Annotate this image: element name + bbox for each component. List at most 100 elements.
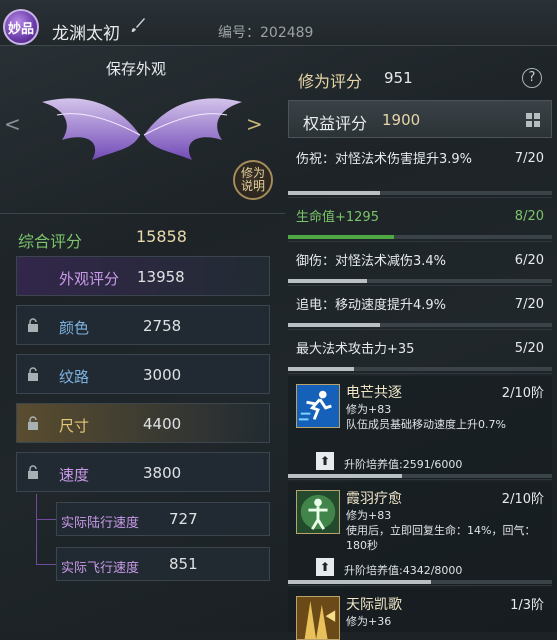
skill-effect: 队伍成员基础移动速度上升0.7% (346, 418, 506, 431)
total-score-label: 综合评分 (18, 232, 83, 251)
save-appearance-button[interactable]: 保存外观 (106, 58, 166, 79)
rights-score-label: 权益评分 (303, 114, 368, 133)
appearance-score-label: 外观评分 (59, 270, 120, 288)
attribute-progress-bar (288, 235, 552, 239)
skill-card[interactable]: 电芒共逐 2/10阶 修为+83 队伍成员基础移动速度上升0.7% ⬆ 升阶培养… (288, 376, 552, 480)
land-speed-label: 实际陆行速度 (61, 516, 140, 531)
size-label: 尺寸 (59, 417, 90, 435)
golden-banner-icon (296, 596, 340, 640)
pattern-row[interactable]: 纹路 3000 (16, 354, 270, 394)
quality-badge: 妙品 (3, 9, 39, 45)
attribute-progress-bar (288, 367, 552, 371)
attribute-row: 生命值+1295 8/20 (288, 200, 552, 242)
attribute-progress-bar (288, 191, 552, 195)
speed-row[interactable]: 速度 3800 (16, 452, 270, 492)
lock-icon (28, 416, 38, 430)
flight-speed-row: 实际飞行速度 851 (56, 547, 270, 581)
land-speed-value: 727 (169, 510, 198, 528)
progress-fill (288, 580, 431, 584)
attribute-name: 御伤：对怪法术减伤3.4% (296, 254, 447, 269)
skill-name: 霞羽疗愈 (346, 491, 402, 507)
rights-score-value: 1900 (382, 111, 421, 129)
skill-card[interactable]: 天际凯歌 1/3阶 修为+36 (288, 588, 552, 640)
color-row[interactable]: 颜色 2758 (16, 305, 270, 345)
attribute-row: 御伤：对怪法术减伤3.4% 6/20 (288, 244, 552, 286)
attribute-level: 8/20 (514, 209, 544, 224)
attribute-level: 7/20 (514, 151, 544, 166)
serial-number: 编号：202489 (218, 25, 314, 41)
skill-level: 2/10阶 (501, 386, 544, 401)
land-speed-row: 实际陆行速度 727 (56, 502, 270, 536)
size-row[interactable]: 尺寸 4400 (16, 403, 270, 443)
rename-brush-icon[interactable] (130, 17, 146, 33)
skill-effect: 使用后，立即回复生命：14%，回气：180秒 (346, 524, 536, 552)
pattern-label: 纹路 (59, 368, 90, 386)
lock-icon (28, 367, 38, 381)
skill-name: 电芒共逐 (346, 385, 402, 401)
attribute-level: 5/20 (514, 341, 544, 356)
size-value: 4400 (143, 415, 182, 433)
skill-level: 1/3阶 (510, 598, 544, 613)
flight-speed-value: 851 (169, 555, 198, 573)
skill-progress-bar (288, 474, 552, 478)
progress-fill (288, 474, 402, 478)
skill-desc: 修为+83 使用后，立即回复生命：14%，回气：180秒 (346, 508, 546, 553)
purple-wings-image (42, 98, 242, 160)
skill-cultivation: 修为+83 (346, 509, 392, 522)
healing-figure-icon (296, 490, 340, 534)
upgrade-value-text: 升阶培养值:2591/6000 (344, 458, 463, 471)
progress-fill (288, 367, 354, 371)
flight-speed-label: 实际飞行速度 (61, 561, 140, 576)
attribute-row: 追电：移动速度提升4.9% 7/20 (288, 288, 552, 330)
divider (0, 213, 285, 214)
grid-icon[interactable] (525, 112, 541, 128)
progress-fill (288, 279, 368, 283)
attribute-level: 7/20 (514, 297, 544, 312)
next-arrow-icon[interactable]: > (246, 112, 263, 136)
appearance-score-value: 13958 (137, 268, 185, 286)
rights-score-bar: 权益评分 1900 (288, 100, 552, 138)
lock-icon (28, 318, 38, 332)
appearance-score-row: 外观评分 13958 (16, 256, 270, 296)
skill-progress-bar (288, 580, 552, 584)
upgrade-arrow-button[interactable]: ⬆ (316, 452, 334, 470)
header-bar: 妙品 龙渊太初 编号：202489 (0, 0, 557, 46)
lock-icon (28, 465, 38, 479)
attribute-progress-bar (288, 279, 552, 283)
attribute-name: 追电：移动速度提升4.9% (296, 298, 447, 313)
attribute-name: 最大法术攻击力+35 (296, 342, 415, 357)
tree-line (36, 564, 56, 565)
cultivation-score-header: 修为评分 951 ? (288, 58, 552, 98)
skill-cultivation: 修为+36 (346, 615, 392, 628)
tree-line (36, 519, 56, 520)
attribute-name: 生命值+1295 (296, 210, 379, 225)
help-icon[interactable]: ? (522, 68, 542, 88)
speed-label: 速度 (59, 466, 90, 484)
color-value: 2758 (143, 317, 182, 335)
skill-desc: 修为+83 队伍成员基础移动速度上升0.7% (346, 402, 546, 432)
pattern-value: 3000 (143, 366, 182, 384)
attribute-row: 最大法术攻击力+35 5/20 (288, 332, 552, 374)
attribute-level: 6/20 (514, 253, 544, 268)
cultivation-score-label: 修为评分 (298, 72, 363, 91)
skill-desc: 修为+36 (346, 614, 546, 629)
upgrade-arrow-button[interactable]: ⬆ (316, 558, 334, 576)
info-button-label: 修为 说明 (240, 166, 265, 193)
attribute-progress-bar (288, 323, 552, 327)
progress-fill (288, 191, 381, 195)
cultivation-score-value: 951 (384, 69, 413, 87)
progress-fill (288, 323, 381, 327)
skill-cultivation: 修为+83 (346, 403, 392, 416)
total-score-value: 15858 (136, 227, 187, 246)
tree-line (36, 494, 37, 564)
cultivation-info-button[interactable]: 修为 说明 (233, 160, 273, 200)
color-label: 颜色 (59, 319, 90, 337)
prev-arrow-icon[interactable]: < (4, 112, 21, 136)
skill-level: 2/10阶 (501, 492, 544, 507)
attribute-name: 伤祝：对怪法术伤害提升3.9% (296, 152, 473, 167)
running-figure-icon (296, 384, 340, 428)
progress-fill (288, 235, 394, 239)
skill-card[interactable]: 霞羽疗愈 2/10阶 修为+83 使用后，立即回复生命：14%，回气：180秒 … (288, 482, 552, 586)
skill-name: 天际凯歌 (346, 597, 402, 613)
item-title: 龙渊太初 (52, 24, 120, 44)
